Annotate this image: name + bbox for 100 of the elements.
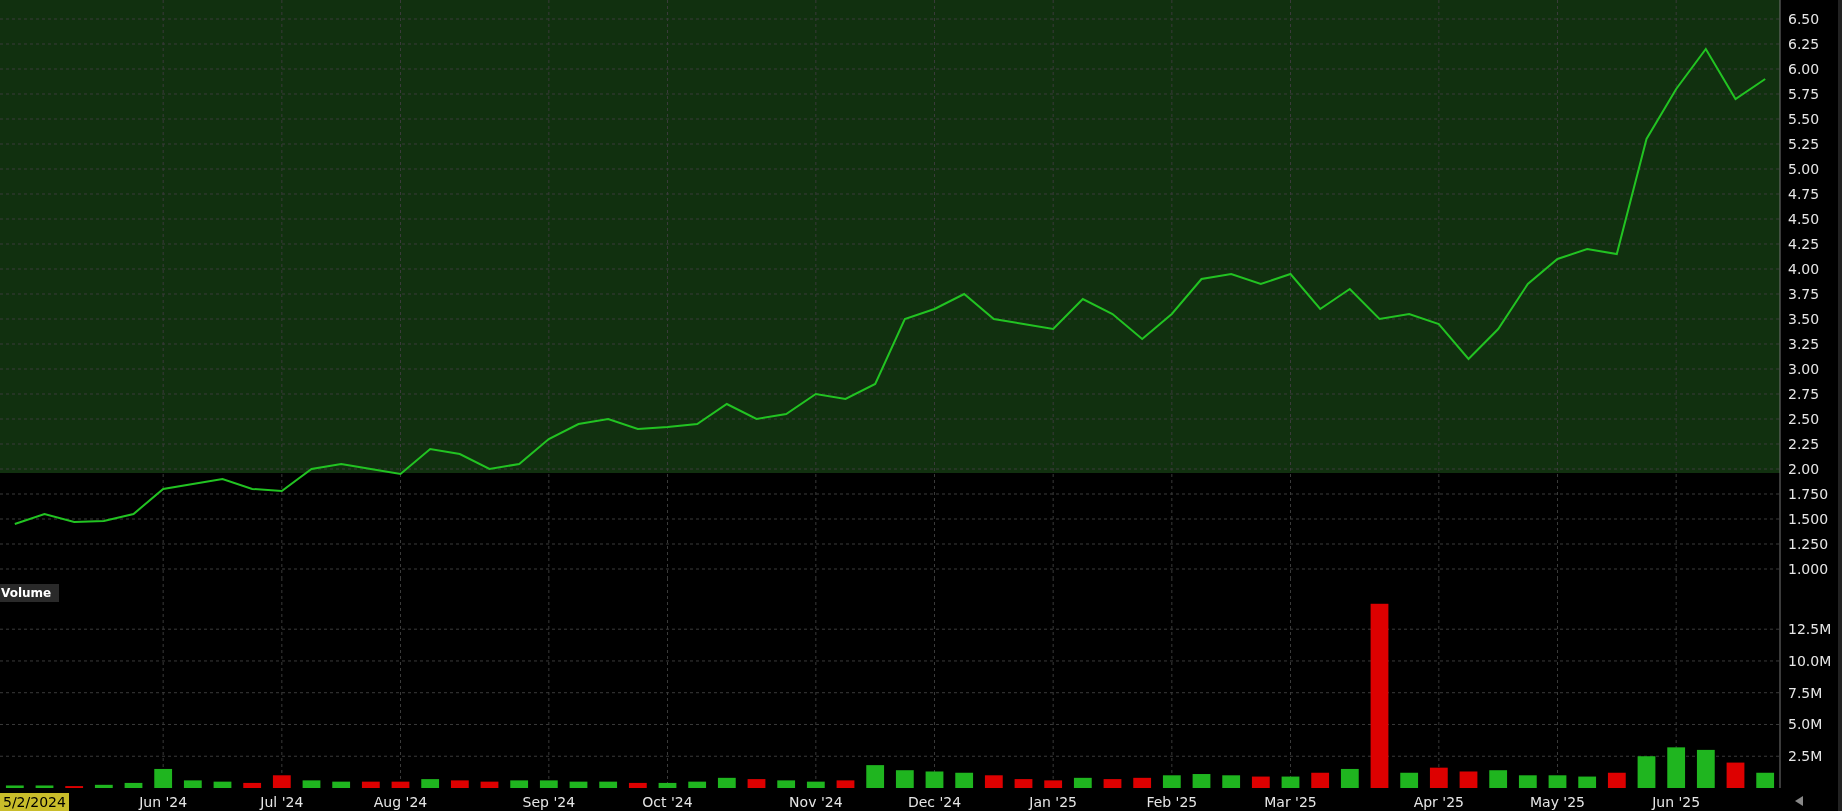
- volume-bar: [539, 780, 558, 788]
- volume-bar: [1518, 775, 1537, 788]
- volume-bar: [688, 781, 707, 788]
- volume-bar: [1281, 776, 1300, 788]
- axis-label: 4.75: [1788, 186, 1820, 202]
- volume-bar: [1400, 772, 1419, 788]
- axis-label: 5.75: [1788, 86, 1820, 102]
- volume-bar: [747, 779, 766, 788]
- axis-label: 2.25: [1788, 436, 1820, 452]
- volume-bar: [1489, 770, 1508, 788]
- date-label: Nov '24: [789, 794, 843, 810]
- volume-bar: [1044, 780, 1063, 788]
- axis-label: 1.750: [1788, 486, 1829, 502]
- volume-bar: [1073, 777, 1092, 788]
- volume-bar: [391, 781, 410, 788]
- volume-bar: [569, 781, 588, 788]
- volume-bar: [243, 782, 262, 788]
- volume-bar: [1340, 768, 1359, 788]
- volume-bar: [1133, 777, 1152, 788]
- volume-bar: [955, 772, 974, 788]
- date-label: Jun '25: [1652, 794, 1701, 810]
- date-label: Dec '24: [907, 794, 962, 810]
- volume-bar: [450, 780, 469, 788]
- axis-label: 1.500: [1788, 511, 1829, 527]
- volume-bar: [1667, 747, 1686, 788]
- volume-bar: [717, 777, 736, 788]
- volume-bar: [1429, 767, 1448, 788]
- axis-label: 5.00: [1788, 161, 1820, 177]
- volume-bar: [836, 780, 855, 788]
- axis-label: 2.5M: [1788, 748, 1823, 765]
- axis-label: 3.75: [1788, 286, 1820, 302]
- volume-bar: [35, 785, 54, 788]
- volume-bar: [1311, 772, 1330, 788]
- date-label: May '25: [1529, 794, 1586, 810]
- volume-bar: [183, 780, 202, 788]
- volume-bar: [480, 781, 499, 788]
- axis-label: 4.50: [1788, 211, 1820, 227]
- axis-label: 2.75: [1788, 386, 1820, 402]
- volume-bar: [124, 782, 143, 788]
- volume-bar: [658, 782, 677, 788]
- date-label: Aug '24: [373, 794, 428, 810]
- axis-label: 1.000: [1788, 561, 1829, 577]
- volume-bar: [213, 781, 232, 788]
- volume-bar: [1696, 749, 1715, 788]
- date-label: Oct '24: [642, 794, 693, 810]
- axis-label: 1.250: [1788, 536, 1829, 552]
- volume-bar: [1162, 775, 1181, 788]
- volume-bar: [1726, 762, 1745, 788]
- axis-label: 5.25: [1788, 136, 1820, 152]
- volume-bar: [154, 768, 173, 788]
- volume-bar: [777, 780, 796, 788]
- volume-bar: [925, 771, 944, 788]
- axis-label: 12.5M: [1788, 621, 1832, 638]
- axis-label: 7.5M: [1788, 684, 1823, 701]
- date-label: Jun '24: [139, 794, 188, 810]
- volume-bar: [1014, 779, 1033, 788]
- date-label: Apr '25: [1413, 794, 1464, 810]
- axis-label: 10.0M: [1788, 652, 1832, 669]
- cursor-date-label: 5/2/2024: [0, 793, 69, 811]
- volume-bar: [1756, 772, 1775, 788]
- volume-bar: [302, 780, 321, 788]
- axis-label: 2.50: [1788, 411, 1820, 427]
- volume-bar: [272, 775, 291, 788]
- volume-bar: [806, 781, 825, 788]
- volume-bar: [332, 781, 351, 788]
- volume-bar: [1103, 779, 1122, 788]
- date-label: Jul '24: [260, 794, 304, 810]
- volume-bar: [94, 784, 113, 788]
- scroll-left-icon[interactable]: [1795, 796, 1803, 806]
- axis-label: 2.00: [1788, 461, 1820, 477]
- date-label: Jan '25: [1029, 794, 1077, 810]
- volume-bar: [1192, 774, 1211, 788]
- axis-label: 6.00: [1788, 61, 1820, 77]
- axis-label: 3.50: [1788, 311, 1820, 327]
- axis-label: 5.0M: [1788, 716, 1823, 733]
- axis-label: 4.25: [1788, 236, 1820, 252]
- volume-bar: [599, 781, 618, 788]
- volume-bar: [1459, 771, 1478, 788]
- axis-label: 3.25: [1788, 336, 1820, 352]
- date-label: Sep '24: [522, 794, 576, 810]
- volume-bar: [5, 785, 24, 788]
- axis-label: 3.00: [1788, 361, 1820, 377]
- axis-label: 6.50: [1788, 11, 1820, 27]
- volume-bar: [1637, 756, 1656, 788]
- axis-label: 5.50: [1788, 111, 1820, 127]
- volume-bar: [361, 781, 380, 788]
- date-label: Mar '25: [1264, 794, 1317, 810]
- axis-label: 4.00: [1788, 261, 1820, 277]
- volume-bar: [1548, 775, 1567, 788]
- volume-bar: [510, 780, 529, 788]
- volume-bar: [628, 782, 647, 788]
- volume-bar: [1607, 772, 1626, 788]
- date-label: Feb '25: [1146, 794, 1198, 810]
- volume-bar: [1222, 775, 1241, 788]
- volume-bar: [421, 779, 440, 788]
- volume-bar: [1251, 776, 1270, 788]
- volume-bar: [866, 765, 885, 788]
- volume-bar: [895, 770, 914, 788]
- volume-bar: [984, 775, 1003, 788]
- volume-bar: [1578, 776, 1597, 788]
